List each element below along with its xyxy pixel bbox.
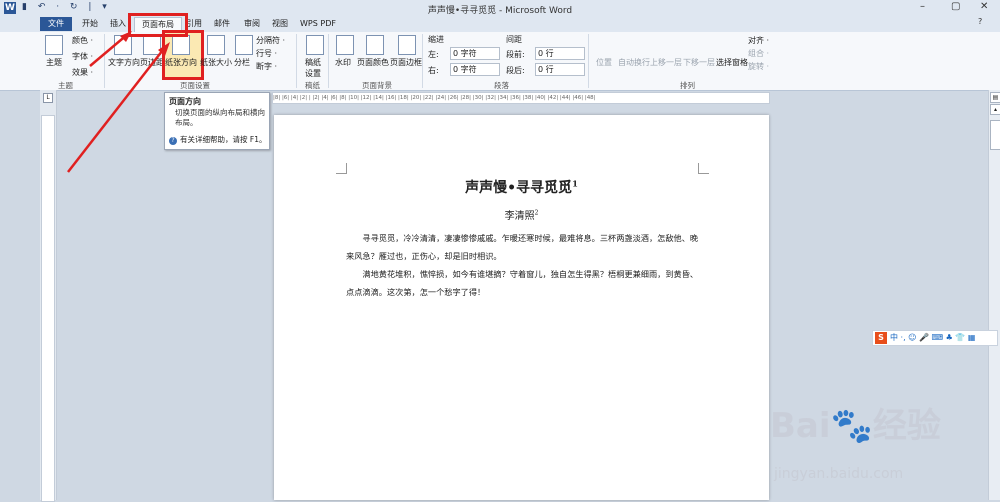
vertical-scrollbar[interactable] <box>988 90 1000 500</box>
document-page[interactable]: 声声慢•寻寻觅觅1 李清照2 寻寻觅觅，冷冷清清，凄凄惨惨戚戚。乍暖还寒时候，最… <box>274 115 769 500</box>
baidu-watermark-url: jingyan.baidu.com <box>774 466 904 482</box>
ime-toolbar[interactable]: S中 ·, ☺ 🎤 ⌨ ♣ 👕 ▦ <box>872 330 998 346</box>
arrow-to-tab <box>89 33 129 67</box>
document-author[interactable]: 李清照2 <box>274 207 769 222</box>
tooltip-help-text: 有关详细帮助，请按 F1。 <box>180 135 267 144</box>
margin-mark <box>698 163 709 174</box>
tooltip-body: 切换页面的纵向布局和横向布局。 <box>175 108 265 127</box>
tooltip-title: 页面方向 <box>169 97 201 106</box>
title-footnote-mark: 1 <box>572 178 578 189</box>
tooltip-help: ? 有关详细帮助，请按 F1。 <box>169 134 266 145</box>
title-text: 声声慢•寻寻觅觅 <box>465 180 573 196</box>
scroll-up-icon[interactable]: ▴ <box>990 104 1000 115</box>
scroll-thumb[interactable] <box>990 120 1000 150</box>
sogou-logo-icon: S <box>875 332 887 344</box>
baidu-watermark-logo: Bai🐾经验 <box>770 406 941 446</box>
horizontal-ruler[interactable]: |8| |6| |4| |2| | |2| |4| |6| |8| |10| |… <box>272 92 770 104</box>
tab-selector-icon[interactable]: L <box>43 93 53 103</box>
document-title[interactable]: 声声慢•寻寻觅觅1 <box>274 177 769 197</box>
paragraph-1[interactable]: 寻寻觅觅，冷冷清清，凄凄惨惨戚戚。乍暖还寒时候，最难将息。三杯两盏淡酒，怎敌他、… <box>346 229 699 265</box>
author-footnote-mark: 2 <box>534 209 539 217</box>
orientation-tooltip: 页面方向 切换页面的纵向布局和横向布局。 ? 有关详细帮助，请按 F1。 <box>164 92 270 150</box>
author-text: 李清照 <box>504 211 535 222</box>
paragraph-2[interactable]: 满地黄花堆积，憔悴损，如今有谁堪摘？守着窗儿，独自怎生得黑？梧桐更兼细雨，到黄昏… <box>346 265 699 301</box>
vertical-ruler[interactable] <box>41 115 55 502</box>
ime-status-icons[interactable]: 中 ·, ☺ 🎤 ⌨ ♣ 👕 ▦ <box>890 333 975 342</box>
margin-mark <box>336 163 347 174</box>
arrow-to-orientation <box>67 45 167 173</box>
help-icon: ? <box>169 137 177 145</box>
ruler-toggle-icon[interactable]: ▤ <box>990 92 1000 103</box>
